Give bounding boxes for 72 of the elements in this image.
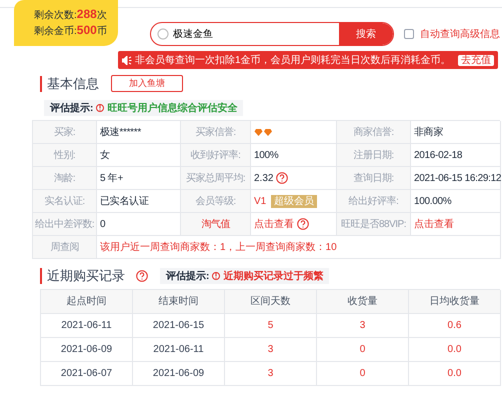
field-label: 淘气值	[181, 213, 251, 236]
add-to-pond-button[interactable]: 加入鱼塘	[111, 75, 183, 92]
view-link[interactable]: 点击查看	[254, 216, 294, 232]
column-header: 区间天数	[225, 290, 317, 314]
table-cell: 3	[225, 362, 317, 386]
remaining-coins-unit: 币	[96, 25, 107, 39]
field-label: 周查阅	[33, 236, 97, 259]
table-cell: 0	[317, 338, 409, 362]
field-label: 淘龄:	[33, 167, 97, 190]
table-cell: 3	[225, 338, 317, 362]
checkbox-label[interactable]: 自动查询高级信息	[420, 26, 500, 42]
tip-text: 近期购买记录过于频繁	[223, 270, 324, 284]
field-label: 给出好评率:	[337, 190, 411, 213]
member-badge: 超级会员	[271, 194, 318, 208]
weekly-query-text: 该用户近一周查询商家数：1，上一周查询商家数：10	[97, 236, 501, 259]
remaining-times-value: 288	[76, 7, 97, 21]
column-header: 起点时间	[41, 290, 133, 314]
field-label: 买家信誉:	[181, 121, 251, 144]
section-title: 近期购买记录	[40, 268, 125, 284]
table-cell: 2021-06-07	[41, 362, 133, 386]
alert-icon	[96, 104, 104, 112]
field-value: 2016-02-18	[411, 144, 501, 167]
table-cell: 2021-06-11	[41, 314, 133, 338]
view-link[interactable]: 点击查看	[414, 216, 454, 232]
field-value: 非商家	[411, 121, 501, 144]
field-label: 商家信誉:	[337, 121, 411, 144]
member-level: V1	[254, 194, 266, 208]
checkbox[interactable]	[404, 29, 414, 39]
field-label: 收到好评率:	[181, 144, 251, 167]
help-icon[interactable]	[136, 270, 148, 282]
column-header: 结束时间	[133, 290, 225, 314]
section-title: 基本信息	[40, 76, 99, 92]
speaker-icon	[122, 56, 132, 64]
recharge-button[interactable]: 去充值	[458, 54, 494, 66]
field-label: 旺旺是否88VIP:	[337, 213, 411, 236]
field-value: 100.00%	[411, 190, 501, 213]
column-header: 日均收货量	[409, 290, 501, 314]
table-cell: 3	[317, 314, 409, 338]
field-label: 买家:	[33, 121, 97, 144]
field-label: 性别:	[33, 144, 97, 167]
field-label: 注册日期:	[337, 144, 411, 167]
search-field[interactable]: 极速金鱼 搜索	[150, 22, 394, 46]
table-cell: 5	[225, 314, 317, 338]
table-cell: 2021-06-11	[133, 338, 225, 362]
tip-label: 评估提示:	[50, 102, 94, 116]
field-label: 买家总周平均:	[181, 167, 251, 190]
remaining-times-unit: 次	[96, 9, 107, 23]
alert-icon	[212, 272, 220, 280]
remaining-times-label: 剩余次数:	[34, 9, 77, 23]
search-icon	[157, 28, 169, 40]
field-label: 查询日期:	[337, 167, 411, 190]
notice-text: 非会员每查询一次扣除1金币，会员用户则耗完当日次数后再消耗金币。	[135, 54, 451, 68]
help-icon[interactable]	[276, 172, 288, 184]
field-label: 实名认证:	[33, 190, 97, 213]
table-cell: 2021-06-09	[41, 338, 133, 362]
field-value: 2021-06-15 16:29:12	[411, 167, 501, 190]
field-label: 会员等级:	[181, 190, 251, 213]
table-cell: 0	[317, 362, 409, 386]
table-cell: 0.0	[409, 362, 501, 386]
table-cell: 2021-06-09	[133, 362, 225, 386]
tip-text: 旺旺号用户信息综合评估安全	[107, 101, 238, 116]
remaining-coins-label: 剩余金币:	[34, 25, 77, 39]
table-cell: 0.6	[409, 314, 501, 338]
field-value: 2.32	[254, 172, 274, 186]
table-cell: 0.0	[409, 338, 501, 362]
help-icon[interactable]	[297, 218, 309, 230]
search-button[interactable]: 搜索	[339, 23, 393, 45]
tip-label: 评估提示:	[166, 270, 210, 284]
field-label: 给出中差评数:	[33, 213, 97, 236]
table-cell: 2021-06-15	[133, 314, 225, 338]
remaining-coins-value: 500	[76, 23, 97, 37]
column-header: 收货量	[317, 290, 409, 314]
